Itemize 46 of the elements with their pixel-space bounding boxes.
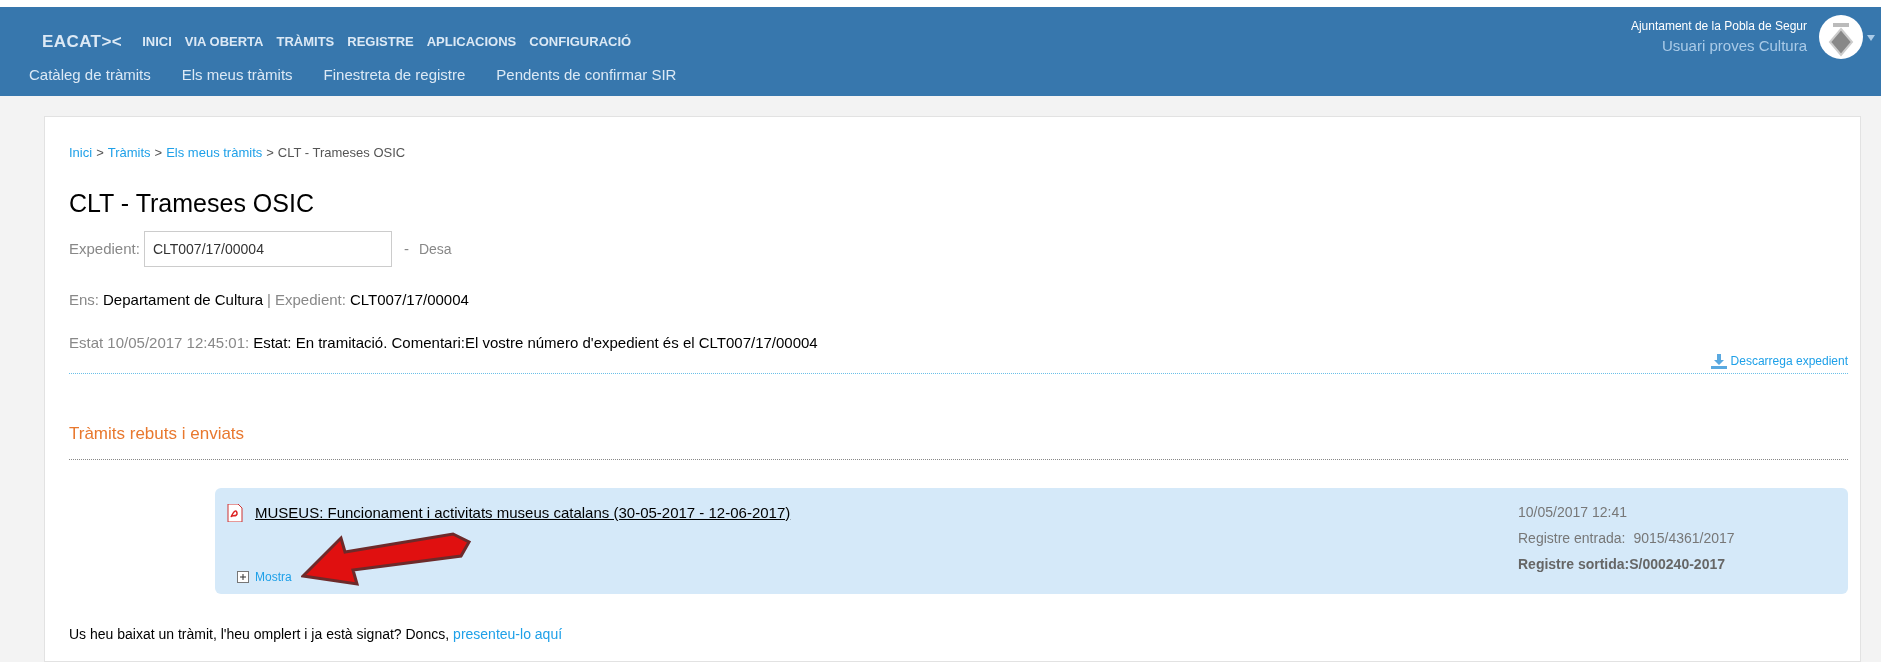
page-title: CLT - Trameses OSIC [69, 187, 315, 219]
entry-label: Registre entrada: [1518, 528, 1626, 548]
nav-link[interactable]: CONFIGURACIÓ [529, 32, 632, 52]
organization-name: Ajuntament de la Pobla de Segur [1630, 18, 1807, 35]
nav-link[interactable]: VIA OBERTA [184, 32, 264, 52]
caret-icon[interactable] [1867, 35, 1875, 41]
nav-link[interactable]: TRÀMITS [276, 32, 335, 52]
status-label: Estat 10/05/2017 12:45:01: [69, 332, 250, 353]
pdf-icon [227, 503, 243, 522]
exit-registry: Registre sortida:S/000240-2017 [1518, 554, 1726, 574]
info-divider: | [267, 290, 271, 310]
item-date: 10/05/2017 12:41 [1518, 502, 1628, 522]
breadcrumb-separator: > [266, 144, 274, 162]
save-link[interactable]: Desa [418, 238, 452, 260]
subnav-link[interactable]: Finestreta de registre [323, 63, 466, 86]
info-label: Expedient: [275, 290, 346, 310]
download-link[interactable]: Descarrega expedient [1730, 352, 1848, 370]
item-title-link[interactable]: MUSEUS: Funcionament i activitats museus catalans (30-05-2017 - 12-06-2017) [255, 501, 791, 524]
footer-text: Us heu baixat un tràmit, l'heu omplert i ja està signat? Doncs, [69, 624, 450, 644]
status-text: Estat: En tramitació. Comentari:El vostre número d'expedient és el CLT007/17/00004 [253, 332, 818, 353]
nav-link[interactable]: APLICACIONS [426, 32, 517, 52]
breadcrumb-separator: > [96, 144, 104, 162]
breadcrumb-link[interactable]: Els meus tràmits [166, 143, 263, 163]
separator: - [403, 238, 409, 259]
entry-number: 9015/4361/2017 [1633, 528, 1735, 548]
breadcrumb-link[interactable]: Inici [69, 143, 93, 163]
subnav-link[interactable]: Catàleg de tràmits [29, 63, 151, 86]
subnav-link[interactable]: Els meus tràmits [181, 63, 293, 86]
show-more-button[interactable]: Mostra [237, 567, 791, 586]
subnav-link[interactable]: Pendents de confirmar SIR [496, 63, 677, 86]
nav-link[interactable]: REGISTRE [347, 32, 414, 52]
user-name[interactable]: Usuari proves Cultura [1661, 35, 1807, 58]
breadcrumb-link[interactable]: Tràmits [107, 143, 151, 163]
breadcrumb-separator: > [154, 144, 163, 162]
nav-link[interactable]: INICI [142, 32, 172, 52]
info-value: Departament de Cultura [103, 290, 264, 310]
info-label: Ens: [69, 290, 99, 310]
expedient-field[interactable]: CLT007/17/00004 [143, 231, 392, 267]
submit-link[interactable]: presenteu-lo aquí [453, 623, 563, 645]
info-value: CLT007/17/00004 [349, 290, 469, 310]
avatar-icon[interactable] [1819, 15, 1863, 59]
breadcrumb-current: CLT - Trameses OSIC [277, 144, 406, 162]
logo[interactable]: EACAT>< [42, 29, 123, 55]
download-icon[interactable] [1710, 353, 1727, 369]
field-label: Expedient: [69, 238, 140, 259]
section-title: Tràmits rebuts i enviats [69, 423, 246, 445]
